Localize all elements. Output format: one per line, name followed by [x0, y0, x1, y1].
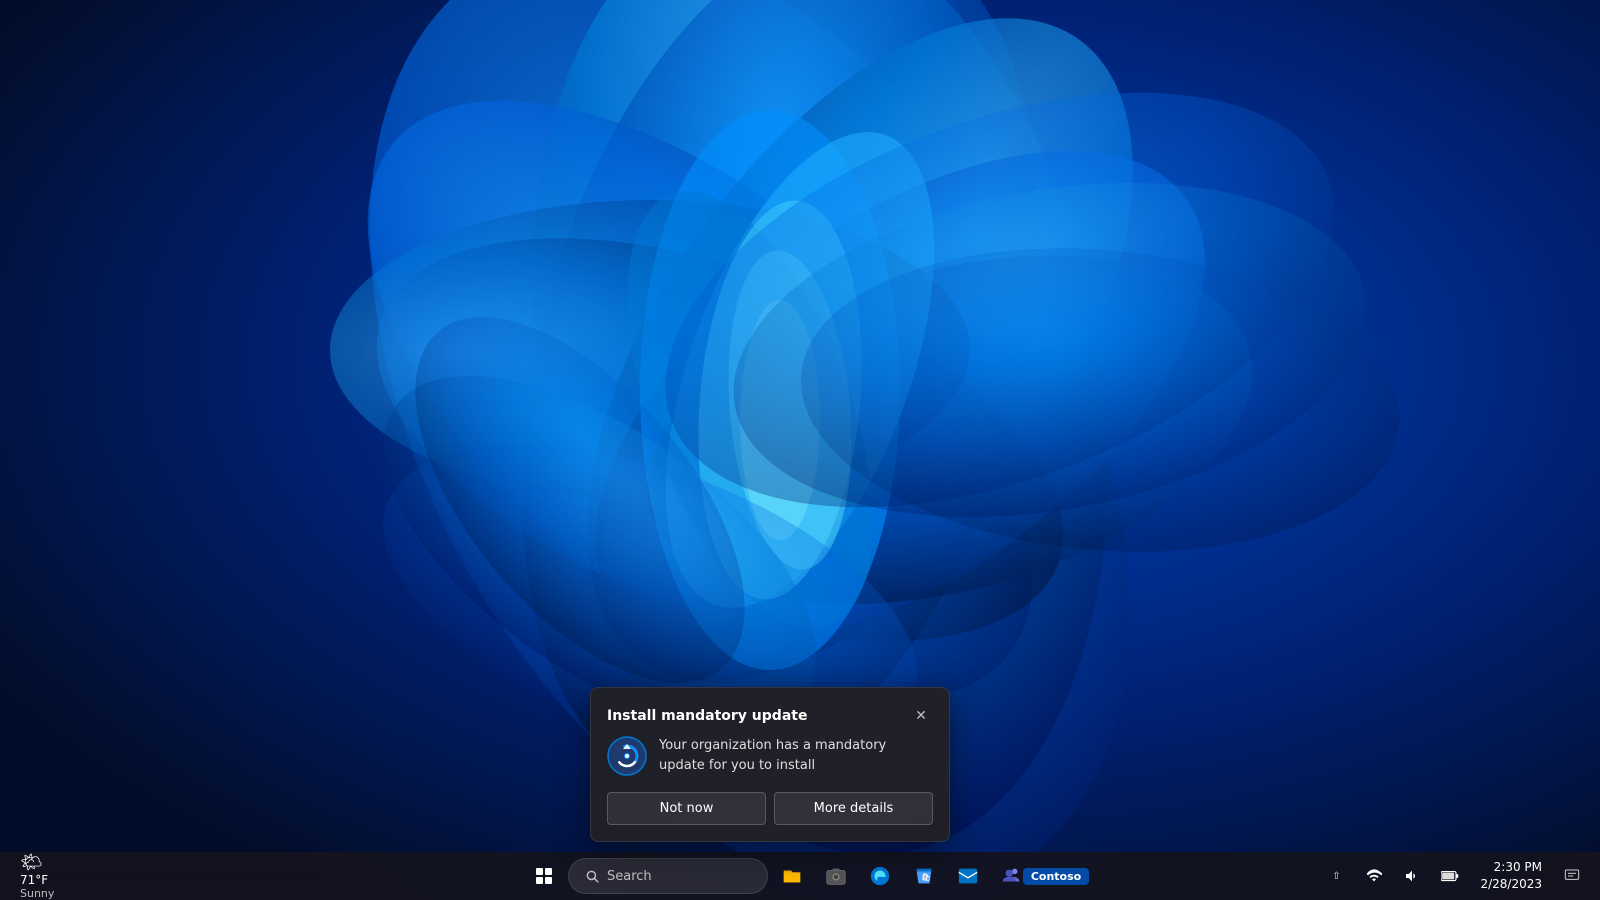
search-bar[interactable]: Search — [568, 858, 768, 894]
taskbar-app-edge[interactable] — [860, 856, 900, 896]
taskbar-center: Search — [524, 856, 1076, 896]
svg-text:🛍: 🛍 — [921, 873, 930, 882]
wifi-icon[interactable] — [1358, 860, 1390, 892]
notification-header: Install mandatory update ✕ — [607, 704, 933, 728]
clock-date: 2/28/2023 — [1480, 876, 1542, 893]
system-clock[interactable]: 2:30 PM 2/28/2023 — [1472, 859, 1550, 893]
contoso-label: Contoso — [1023, 868, 1089, 885]
taskbar-left: 🌤 71°F Sunny — [12, 852, 132, 900]
windows-logo — [536, 868, 552, 884]
notification-popup: Install mandatory update ✕ Your organiza — [590, 687, 950, 842]
tray-expand-button[interactable]: ⇧ — [1320, 860, 1352, 892]
clock-time: 2:30 PM — [1494, 859, 1542, 876]
search-icon — [585, 869, 599, 883]
notification-body: Your organization has a mandatory update… — [607, 736, 933, 776]
speaker-icon[interactable] — [1396, 860, 1428, 892]
taskbar-contoso-badge[interactable]: Contoso — [1036, 856, 1076, 896]
not-now-button[interactable]: Not now — [607, 792, 766, 825]
taskbar-app-explorer[interactable] — [772, 856, 812, 896]
more-details-button[interactable]: More details — [774, 792, 933, 825]
notification-title: Install mandatory update — [607, 708, 807, 724]
taskbar-app-store[interactable]: 🛍 — [904, 856, 944, 896]
start-button[interactable] — [524, 856, 564, 896]
weather-widget[interactable]: 🌤 71°F Sunny — [12, 852, 62, 900]
weather-icon: 🌤 — [20, 852, 43, 873]
desktop: Install mandatory update ✕ Your organiza — [0, 0, 1600, 900]
notification-actions: Not now More details — [607, 792, 933, 825]
notification-center-button[interactable] — [1556, 860, 1588, 892]
taskbar: 🌤 71°F Sunny S — [0, 852, 1600, 900]
weather-condition: Sunny — [20, 887, 54, 900]
taskbar-app-camera[interactable] — [816, 856, 856, 896]
battery-icon[interactable] — [1434, 860, 1466, 892]
taskbar-app-outlook[interactable] — [948, 856, 988, 896]
taskbar-right: ⇧ — [1320, 859, 1588, 893]
weather-temperature: 71°F — [20, 873, 48, 887]
notification-message: Your organization has a mandatory update… — [659, 736, 933, 775]
notification-icon — [607, 736, 647, 776]
search-label: Search — [607, 869, 652, 884]
notification-close-button[interactable]: ✕ — [909, 704, 933, 728]
